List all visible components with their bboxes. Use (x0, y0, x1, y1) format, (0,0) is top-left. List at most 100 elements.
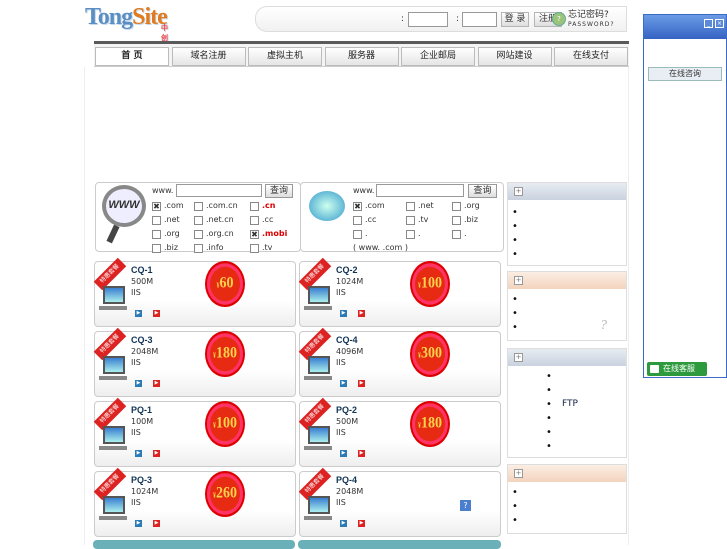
tld-label: .biz (164, 243, 179, 252)
buy-icon[interactable]: ▶ (358, 310, 365, 317)
nav-tab-4[interactable]: 服务器 (324, 47, 399, 66)
tld-checkbox[interactable] (406, 202, 415, 211)
hosting-plan-card[interactable]: 特惠套餐 CQ-3 2048M IIS ▶ ▶ ¥180 (93, 327, 296, 397)
domain-input-2[interactable] (376, 184, 464, 197)
nav-tab-7[interactable]: 在线支付 (554, 47, 628, 66)
price-burst: ¥300 (412, 333, 448, 375)
hosting-plan-card[interactable]: 特惠套餐 PQ-1 100M IIS ▶ ▶ ¥100 (93, 397, 296, 467)
globe-icon (309, 191, 345, 221)
domain-input[interactable] (176, 184, 262, 197)
details-icon[interactable]: ▶ (135, 520, 142, 527)
details-icon[interactable]: ▶ (135, 450, 142, 457)
nav-tab-3[interactable]: 虚拟主机 (248, 47, 322, 66)
tld-label: .tv (418, 215, 429, 224)
online-service-button[interactable]: 在线客服 (647, 362, 707, 376)
sidebar-box-4: + • • • (507, 464, 627, 534)
close-icon[interactable]: × (715, 19, 724, 28)
hosting-plan-card[interactable]: 特惠套餐 CQ-4 4096M IIS ▶ ▶ ¥300 (298, 327, 501, 397)
tld-checkbox[interactable] (452, 230, 461, 239)
consult-button[interactable]: 在线咨询 (648, 67, 722, 81)
help-icon[interactable]: ? (460, 500, 471, 511)
plan-tech: IIS (131, 498, 141, 507)
query-button-2[interactable]: 查询 (468, 184, 497, 198)
tld-checkbox[interactable] (194, 244, 203, 253)
buy-icon[interactable]: ▶ (153, 450, 160, 457)
username-input[interactable] (408, 12, 448, 27)
details-icon[interactable]: ▶ (340, 310, 347, 317)
details-icon[interactable]: ▶ (340, 380, 347, 387)
hosting-plan-card[interactable]: 特惠套餐 PQ-2 500M IIS ▶ ▶ ¥180 (298, 397, 501, 467)
tld-checkbox[interactable] (250, 216, 259, 225)
buy-icon[interactable]: ▶ (358, 380, 365, 387)
details-icon[interactable]: ▶ (340, 520, 347, 527)
tld-checkbox[interactable] (353, 216, 362, 225)
tld-checkbox[interactable] (353, 230, 362, 239)
details-icon[interactable]: ▶ (340, 450, 347, 457)
nav-tab-1[interactable]: 首 页 (95, 47, 169, 66)
tld-checkbox[interactable] (194, 202, 203, 211)
nav-tab-6[interactable]: 网站建设 (477, 47, 552, 66)
tld-checkbox[interactable]: ✖ (250, 230, 259, 239)
buy-icon[interactable]: ▶ (358, 520, 365, 527)
tld-label: .cn (262, 201, 276, 210)
plus-icon[interactable]: + (514, 353, 523, 362)
hosting-plan-card[interactable]: 特惠套餐 CQ-2 1024M IIS ▶ ▶ ¥100 (298, 257, 501, 327)
tld-checkbox[interactable] (152, 230, 161, 239)
tld-label: .cc (262, 215, 274, 224)
sidebar-box-2: + • • • ? (507, 271, 627, 341)
plan-name: PQ-4 (336, 475, 358, 485)
tld-checkbox[interactable]: ✖ (152, 202, 161, 211)
minimize-icon[interactable]: _ (704, 19, 713, 28)
nav-tab-5[interactable]: 企业邮局 (401, 47, 475, 66)
password-input[interactable] (462, 12, 497, 27)
tld-checkbox[interactable] (152, 244, 161, 253)
forgot-password-link[interactable]: ? 忘记密码? PASSWORD? (552, 11, 615, 29)
login-button[interactable]: 登 录 (501, 12, 529, 27)
password-colon: : (456, 14, 460, 24)
plan-name: PQ-2 (336, 405, 358, 415)
details-icon[interactable]: ▶ (135, 380, 142, 387)
nav-tab-2[interactable]: 域名注册 (171, 47, 246, 66)
plan-tech: IIS (336, 288, 346, 297)
hosting-plan-card[interactable]: 特惠套餐 CQ-1 500M IIS ▶ ▶ ¥60 (93, 257, 296, 327)
buy-icon[interactable]: ▶ (358, 450, 365, 457)
tld-checkbox[interactable] (452, 202, 461, 211)
price-burst: ¥260 (207, 473, 243, 515)
chat-icon (650, 365, 659, 373)
www-prefix-2: www. (353, 186, 375, 195)
plus-icon[interactable]: + (514, 187, 523, 196)
buy-icon[interactable]: ▶ (153, 380, 160, 387)
tld-checkbox[interactable] (250, 202, 259, 211)
tld-checkbox[interactable] (250, 244, 259, 253)
tld-checkbox[interactable] (406, 230, 415, 239)
computer-icon (308, 356, 330, 374)
buy-icon[interactable]: ▶ (153, 520, 160, 527)
domain-format-note: ( www. .com ) (353, 243, 408, 252)
hosting-plan-card[interactable]: 特惠套餐 PQ-3 1024M IIS ▶ ▶ ¥260 (93, 467, 296, 537)
site-logo[interactable]: TongSite中创科技 (85, 4, 168, 62)
plan-size: 2048M (336, 487, 364, 496)
tld-label: .cc (365, 215, 377, 224)
plus-icon[interactable]: + (514, 276, 523, 285)
query-button[interactable]: 查询 (265, 184, 293, 198)
computer-icon (103, 356, 125, 374)
tld-checkbox[interactable] (406, 216, 415, 225)
plan-size: 1024M (131, 487, 159, 496)
www-prefix: www. (152, 186, 174, 195)
buy-icon[interactable]: ▶ (153, 310, 160, 317)
plan-tech: IIS (131, 288, 141, 297)
tld-checkbox[interactable] (452, 216, 461, 225)
tld-checkbox[interactable] (194, 230, 203, 239)
hosting-plan-card[interactable]: 特惠套餐 PQ-4 2048M IIS ▶ ▶? (298, 467, 501, 537)
price-burst: ¥180 (207, 333, 243, 375)
price-burst: ¥60 (207, 263, 243, 305)
tld-checkbox[interactable]: ✖ (353, 202, 362, 211)
plan-name: CQ-1 (131, 265, 153, 275)
plan-name: CQ-4 (336, 335, 358, 345)
ftp-link[interactable]: FTP (562, 399, 578, 409)
tld-checkbox[interactable] (194, 216, 203, 225)
tld-checkbox[interactable] (152, 216, 161, 225)
details-icon[interactable]: ▶ (135, 310, 142, 317)
computer-icon (103, 426, 125, 444)
plus-icon[interactable]: + (514, 469, 523, 478)
